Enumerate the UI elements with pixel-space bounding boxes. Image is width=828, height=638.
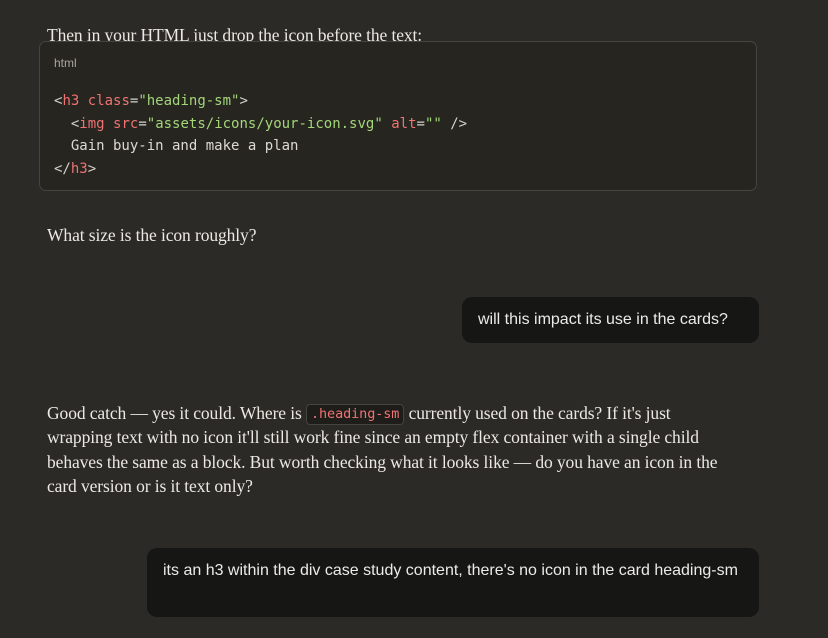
inline-code-heading-sm: .heading-sm bbox=[306, 403, 405, 425]
code-line-2: <img src="assets/icons/your-icon.svg" al… bbox=[70, 115, 468, 132]
assistant-message-question: What size is the icon roughly? bbox=[47, 224, 257, 245]
code-language-label: html bbox=[54, 56, 77, 70]
code-content[interactable]: <h3 class="heading-sm"> <img src="assets… bbox=[54, 90, 467, 180]
code-line-3: Gain buy-in and make a plan bbox=[70, 138, 299, 154]
code-block: html <h3 class="heading-sm"> <img src="a… bbox=[39, 41, 757, 191]
code-line-4: </h3> bbox=[54, 160, 97, 177]
user-message-bubble: will this impact its use in the cards? bbox=[462, 297, 759, 343]
code-line-1: <h3 class="heading-sm"> bbox=[54, 93, 248, 109]
reply-text-before: Good catch — yes it could. Where is bbox=[47, 402, 306, 423]
user-message-text: its an h3 within the div case study cont… bbox=[163, 562, 738, 579]
user-message-text: will this impact its use in the cards? bbox=[478, 311, 728, 328]
user-message-bubble: its an h3 within the div case study cont… bbox=[147, 548, 759, 617]
assistant-message-reply: Good catch — yes it could. Where is .hea… bbox=[47, 401, 727, 499]
